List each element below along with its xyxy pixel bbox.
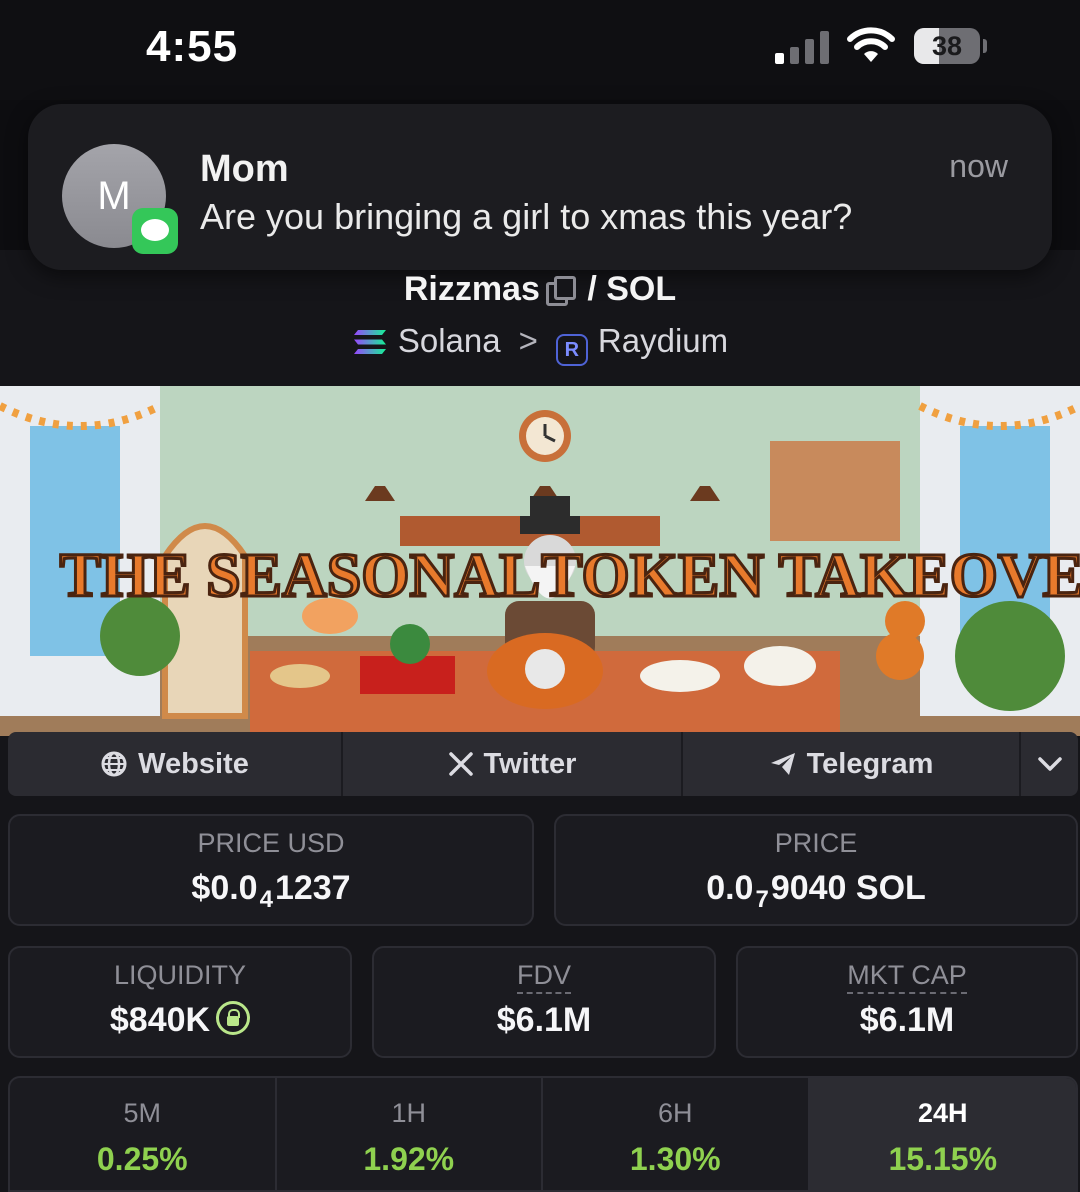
tab-6h-label: 6H [657,1098,693,1128]
copy-icon[interactable] [545,276,576,306]
price-usd-value: $0.041237 [191,869,351,913]
website-button[interactable]: Website [8,732,343,796]
battery-percent: 38 [931,31,963,61]
more-links-button[interactable] [1021,732,1078,796]
tab-6h-change: 1.30% [629,1141,721,1177]
notification-sender: Mom [200,148,289,190]
price-label: PRICE [774,828,858,858]
tab-1h-label: 1H [391,1098,426,1128]
battery-nub [983,39,987,53]
tab-24h-label: 24H [917,1098,968,1128]
timeframe-tabs: 5M 0.25% 1H 1.92% 6H 1.30% 24H 15.15% [8,1076,1078,1192]
solana-icon [353,330,386,354]
notification-message: Are you bringing a girl to xmas this yea… [200,196,853,237]
battery-icon: 38 [914,28,980,64]
x-logo-icon [448,752,473,776]
status-time: 4:55 [146,22,239,71]
tab-6h[interactable]: 6H 1.30% [543,1078,810,1190]
pair-base-token: Rizzmas [403,270,540,308]
chevron-right-icon: > [518,322,538,359]
twitter-button[interactable]: Twitter [343,732,683,796]
market-cap-value: $6.1M [859,1001,955,1039]
liquidity-label: LIQUIDITY [113,960,247,990]
globe-icon [101,751,127,777]
pair-quote-token: SOL [606,270,677,308]
messages-icon [132,208,178,254]
liquidity-card: LIQUIDITY $840K [8,946,352,1058]
website-label: Website [138,747,249,780]
token-banner-image: THE SEASONAL TOKEN TAKEOVER [0,386,1080,736]
social-links-bar: Website Twitter Telegram [8,732,1078,796]
tab-5m[interactable]: 5M 0.25% [10,1078,277,1190]
tab-1h-change: 1.92% [363,1141,455,1177]
telegram-label: Telegram [806,747,934,780]
wifi-icon [847,27,895,62]
price-value: 0.079040 SOL [706,869,926,913]
fdv-value: $6.1M [496,1001,592,1039]
chain-link[interactable]: Solana [398,322,501,359]
notification-time: now [949,148,1008,184]
market-cap-label[interactable]: MKT CAP [738,960,1076,994]
price-usd-label: PRICE USD [197,828,345,858]
dex-link[interactable]: Raydium [598,322,728,359]
telegram-icon [770,753,795,775]
lock-icon[interactable] [216,1001,251,1035]
tab-24h-change: 15.15% [888,1141,998,1177]
price-usd-card: PRICE USD $0.041237 [8,814,534,926]
tab-1h[interactable]: 1H 1.92% [277,1078,543,1190]
chevron-down-icon [1037,757,1062,771]
twitter-label: Twitter [483,747,577,780]
tab-5m-label: 5M [123,1098,161,1128]
fdv-label[interactable]: FDV [374,960,714,994]
market-cap-card: MKT CAP $6.1M [736,946,1078,1058]
message-notification[interactable]: M Mom now Are you bringing a girl to xma… [28,104,1052,270]
cellular-signal-icon [775,30,831,64]
banner-text-right: TOKEN TAKEOVER [541,542,1080,610]
pair-title: Rizzmas / SOL [0,270,1080,309]
telegram-button[interactable]: Telegram [683,732,1021,796]
pair-separator: / [587,270,597,308]
tab-5m-change: 0.25% [96,1141,188,1177]
status-bar: 4:55 38 [0,0,1080,100]
raydium-icon: R [555,334,588,366]
liquidity-value: $840K [10,1001,350,1040]
banner-text-left: THE SEASONAL [60,542,541,610]
fdv-card: FDV $6.1M [372,946,716,1058]
price-native-card: PRICE 0.079040 SOL [554,814,1078,926]
tab-24h[interactable]: 24H 15.15% [809,1078,1076,1190]
breadcrumb: Solana > R Raydium [0,322,1080,366]
